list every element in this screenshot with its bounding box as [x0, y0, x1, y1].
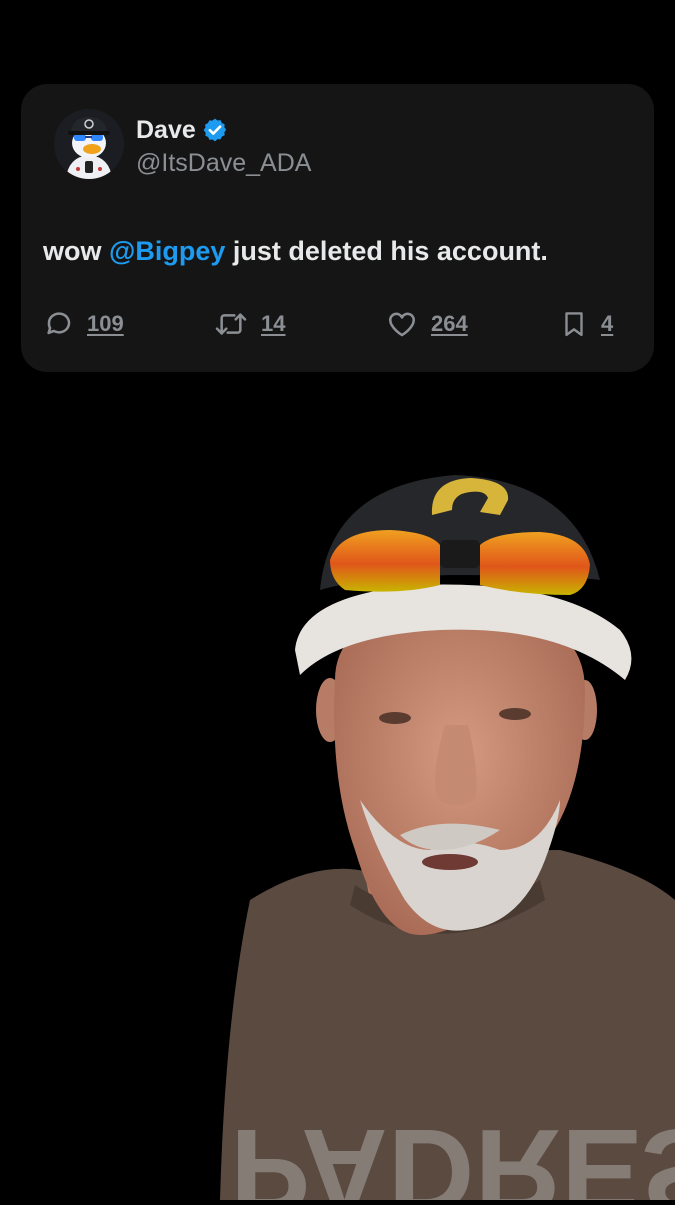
- bookmark-count: 4: [601, 311, 614, 336]
- repost-button[interactable]: 14: [213, 308, 285, 340]
- reply-count: 109: [87, 311, 124, 336]
- user-avatar[interactable]: [54, 109, 124, 179]
- reply-icon: [47, 312, 71, 335]
- like-button[interactable]: 264: [385, 308, 468, 340]
- bookmark-button[interactable]: 4: [559, 308, 613, 340]
- duck-avatar-icon: [54, 109, 124, 179]
- mention-link[interactable]: @Bigpey: [109, 236, 225, 266]
- repost-count: 14: [261, 311, 286, 336]
- reply-button[interactable]: 109: [43, 308, 124, 340]
- tweet-text: wow @Bigpey just deleted his account.: [43, 234, 548, 268]
- heart-icon: [388, 312, 416, 337]
- tweet-actions: 109 14 264 4: [43, 308, 623, 344]
- repost-icon: [215, 313, 247, 335]
- user-handle[interactable]: @ItsDave_ADA: [136, 148, 311, 178]
- tweet-card[interactable]: Dave @ItsDave_ADA wow @Bigpey just delet…: [21, 84, 654, 372]
- video-frame[interactable]: PADRES: [0, 380, 675, 1205]
- like-count: 264: [431, 311, 468, 336]
- shirt-text: PADRES: [230, 1104, 675, 1205]
- display-name[interactable]: Dave: [136, 116, 196, 144]
- person-in-padres-cap-image: PADRES: [0, 380, 675, 1205]
- svg-text:PADRES: PADRES: [230, 1104, 675, 1200]
- tweet-text-suffix: just deleted his account.: [225, 236, 548, 266]
- verified-badge-icon: [203, 118, 226, 142]
- author-name-row: Dave: [136, 116, 228, 144]
- bookmark-icon: [565, 312, 583, 337]
- tweet-text-prefix: wow: [43, 236, 109, 266]
